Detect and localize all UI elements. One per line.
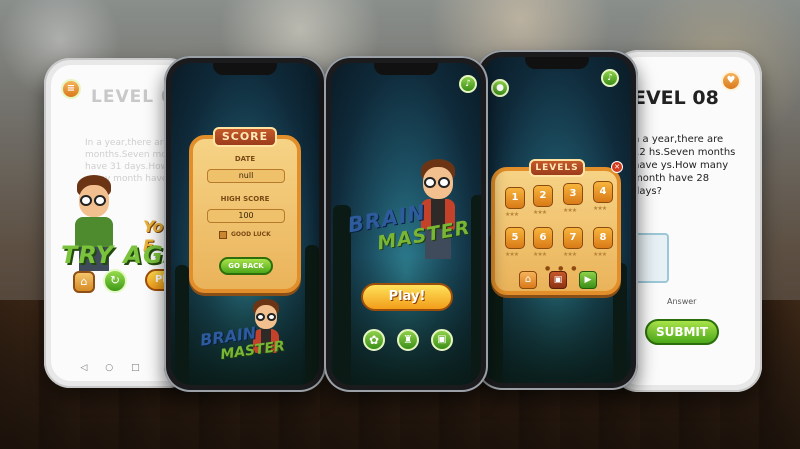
- answer-label: Answer: [667, 297, 697, 306]
- submit-label: SUBMIT: [655, 325, 709, 339]
- phone5-screen: EVEL 08 ♥ n a year,there are 12 hs.Seven…: [619, 57, 755, 385]
- trophy-button[interactable]: ♜: [397, 329, 419, 351]
- level-4-stars: ★★★: [593, 205, 607, 212]
- level-2-stars: ★★★: [533, 209, 547, 216]
- phone-score: DATE null HIGH SCORE 100 GOOD LUCK GO BA…: [164, 56, 326, 392]
- level-4[interactable]: 4: [593, 181, 613, 203]
- gear-icon: ✿: [368, 333, 380, 347]
- cart-icon: ▣: [553, 275, 563, 285]
- level-3[interactable]: 3: [563, 183, 583, 205]
- heart-icon: ♥: [726, 75, 736, 86]
- score-ribbon: SCORE: [213, 127, 277, 147]
- phone4-screen: ● ♪ 1 ★★★ 2 ★★★ 3 ★★★ 4 ★★★ 5 ★★★ 6 ★★★ …: [483, 57, 631, 383]
- next-button[interactable]: ▶: [579, 271, 597, 289]
- close-button[interactable]: ✕: [611, 161, 623, 173]
- home-button[interactable]: ⌂: [519, 271, 537, 289]
- home-icon: ⌂: [524, 274, 532, 285]
- sound-button[interactable]: ♪: [601, 69, 619, 87]
- phone-levels: ● ♪ 1 ★★★ 2 ★★★ 3 ★★★ 4 ★★★ 5 ★★★ 6 ★★★ …: [476, 50, 638, 390]
- score-panel: DATE null HIGH SCORE 100 GOOD LUCK GO BA…: [189, 135, 301, 293]
- play-button[interactable]: Play!: [361, 283, 453, 311]
- trophy-icon: ♜: [403, 333, 413, 346]
- cart-icon: ▣: [437, 334, 447, 345]
- level-5-stars: ★★★: [505, 251, 519, 258]
- heart-button[interactable]: ♥: [721, 71, 741, 91]
- phone3-screen: ♪ BRAIN MASTER Play! ✿ ♜ ▣: [331, 63, 481, 385]
- high-score-value: 100: [207, 209, 285, 223]
- sound-icon: ♪: [465, 79, 471, 89]
- submit-button[interactable]: SUBMIT: [645, 319, 719, 345]
- levels-panel: 1 ★★★ 2 ★★★ 3 ★★★ 4 ★★★ 5 ★★★ 6 ★★★ 7 ★★…: [491, 167, 621, 295]
- phone2-screen: DATE null HIGH SCORE 100 GOOD LUCK GO BA…: [171, 63, 319, 385]
- level-6[interactable]: 6: [533, 227, 553, 249]
- level-1[interactable]: 1: [505, 187, 525, 209]
- play-label: Play!: [388, 289, 426, 304]
- good-luck-checkbox[interactable]: [219, 231, 227, 239]
- retry-button[interactable]: ↻: [103, 269, 127, 293]
- notch: [213, 63, 277, 75]
- home-button[interactable]: ⌂: [73, 271, 95, 293]
- level-8[interactable]: 8: [593, 227, 613, 249]
- sound-icon: ♪: [607, 73, 613, 83]
- menu-icon[interactable]: ≡: [61, 79, 81, 99]
- profile-button[interactable]: ●: [491, 79, 509, 97]
- settings-button[interactable]: ✿: [363, 329, 385, 351]
- levels-ribbon: LEVELS: [529, 159, 585, 177]
- close-icon: ✕: [614, 163, 620, 171]
- level-6-stars: ★★★: [533, 251, 547, 258]
- level-3-stars: ★★★: [563, 207, 577, 214]
- high-score-label: HIGH SCORE: [220, 195, 270, 203]
- notch: [374, 63, 438, 75]
- play-icon: ▶: [584, 275, 592, 285]
- level-5[interactable]: 5: [505, 227, 525, 249]
- level-2[interactable]: 2: [533, 185, 553, 207]
- cart-button[interactable]: ▣: [431, 329, 453, 351]
- retry-icon: ↻: [109, 273, 121, 287]
- notch: [525, 57, 589, 69]
- home-icon: ⌂: [80, 275, 88, 288]
- level-7[interactable]: 7: [563, 227, 583, 249]
- level-1-stars: ★★★: [505, 211, 519, 218]
- date-label: DATE: [234, 155, 256, 163]
- level-7-stars: ★★★: [563, 251, 577, 258]
- sound-button[interactable]: ♪: [459, 75, 477, 93]
- date-value: null: [207, 169, 285, 183]
- good-luck-label: GOOD LUCK: [231, 231, 271, 238]
- go-back-label: GO BACK: [228, 262, 264, 270]
- level-8-stars: ★★★: [593, 251, 607, 258]
- question-text: n a year,there are 12 hs.Seven months ha…: [633, 134, 736, 197]
- shop-button[interactable]: ▣: [549, 271, 567, 289]
- go-back-button[interactable]: GO BACK: [219, 257, 273, 275]
- level-title: EVEL 08: [633, 87, 719, 109]
- phone-main-menu: ♪ BRAIN MASTER Play! ✿ ♜ ▣: [324, 56, 488, 392]
- person-icon: ●: [496, 83, 504, 93]
